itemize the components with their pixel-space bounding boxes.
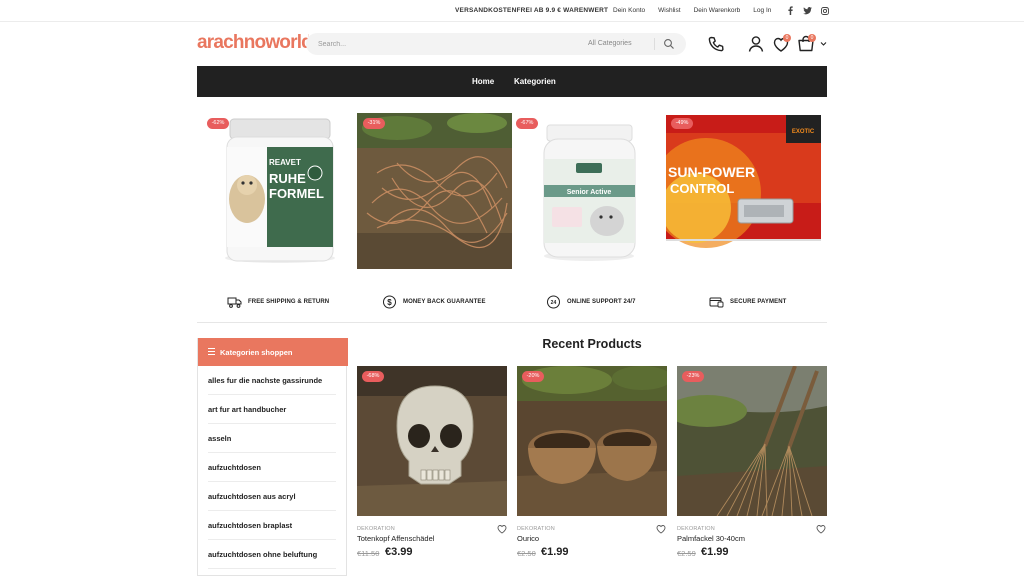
- wishlist-heart-icon[interactable]: [816, 524, 826, 534]
- hero-product-3[interactable]: -67% Senior Active: [512, 113, 667, 269]
- product-price: €1.99: [541, 546, 569, 558]
- search-icon[interactable]: [663, 38, 675, 50]
- product-image-calming-formula: REAVET RUHE FORMEL: [203, 113, 358, 269]
- product-image-senior-active: Senior Active: [512, 113, 667, 269]
- top-bar: VERSANDKOSTENFREI AB 9.9 € WARENWERT Dei…: [0, 0, 1024, 22]
- social-links: [786, 5, 829, 16]
- product-image-sun-power-control: EXOTIC SUN-POWER CONTROL: [666, 113, 821, 269]
- discount-badge: -20%: [522, 371, 544, 382]
- feature-label: FREE SHIPPING & RETURN: [248, 299, 330, 305]
- wishlist-heart-icon[interactable]: [497, 524, 507, 534]
- discount-badge: -67%: [516, 118, 538, 129]
- product-price: €3.99: [385, 546, 413, 558]
- login-link[interactable]: Log In: [753, 7, 771, 14]
- discount-badge: -49%: [671, 118, 693, 129]
- my-account-link[interactable]: Dein Konto: [613, 7, 645, 14]
- twitter-icon[interactable]: [803, 5, 812, 16]
- label-line-1: RUHE: [269, 171, 306, 186]
- cart-link[interactable]: Dein Warenkorb: [694, 7, 741, 14]
- support-24-icon: 24: [547, 295, 560, 309]
- divider: [197, 322, 827, 323]
- sidebar-item[interactable]: art fur art handbucher: [208, 395, 336, 424]
- sidebar-title: Kategorien shoppen: [220, 348, 293, 357]
- hero-product-2[interactable]: -31%: [357, 113, 512, 269]
- feature-free-shipping: FREE SHIPPING & RETURN: [227, 295, 329, 309]
- product-price: €1.99: [701, 546, 729, 558]
- product-category[interactable]: DEKORATION: [357, 526, 395, 532]
- account-links: Dein Konto Wishlist Dein Warenkorb Log I…: [613, 7, 771, 14]
- product-old-price: €2.50: [517, 549, 536, 558]
- product-card-image[interactable]: -68%: [357, 366, 507, 516]
- menu-icon: [208, 348, 215, 357]
- discount-badge: -68%: [362, 371, 384, 382]
- money-icon: $: [383, 295, 396, 309]
- product-card-image[interactable]: -23%: [677, 366, 827, 516]
- category-sidebar: Kategorien shoppen alles fur die nachste…: [197, 338, 348, 576]
- hero-product-1[interactable]: -62% REAVET RUHE FORMEL: [203, 113, 358, 269]
- main-nav: Home Kategorien: [197, 66, 827, 97]
- feature-money-back: $ MONEY BACK GUARANTEE: [382, 295, 486, 309]
- chevron-down-icon[interactable]: [820, 41, 827, 47]
- product-image-skull: [357, 366, 507, 516]
- label-brand: REAVET: [269, 158, 301, 167]
- truck-icon: [227, 297, 242, 308]
- sidebar-item[interactable]: aufzuchtdosen ohne beluftung: [208, 540, 336, 569]
- discount-badge: -31%: [363, 118, 385, 129]
- product-name[interactable]: Totenkopf Affenschädel: [357, 534, 434, 543]
- hero-product-4[interactable]: -49% EXOTIC SUN-POWER CONTROL: [666, 113, 821, 269]
- nav-item-home[interactable]: Home: [472, 77, 494, 86]
- discount-badge: -62%: [207, 118, 229, 129]
- discount-badge: -23%: [682, 371, 704, 382]
- phone-icon[interactable]: [706, 34, 726, 54]
- svg-text:24: 24: [551, 300, 557, 306]
- title-line-2: CONTROL: [670, 181, 734, 196]
- sidebar-item[interactable]: alles fur die nachste gassirunde: [208, 366, 336, 395]
- recent-products-title: Recent Products: [542, 337, 642, 351]
- instagram-icon[interactable]: [820, 5, 829, 16]
- search-bar: All Categories: [306, 33, 686, 55]
- site-header: arachnoworld All Categories 0 0: [0, 22, 1024, 66]
- feature-strip: FREE SHIPPING & RETURN $ MONEY BACK GUAR…: [197, 288, 827, 314]
- svg-text:$: $: [387, 298, 392, 307]
- product-image-palm-torch: [677, 366, 827, 516]
- product-image-ourico: [517, 366, 667, 516]
- product-old-price: €2.59: [677, 549, 696, 558]
- title-line-1: SUN-POWER: [668, 164, 755, 180]
- sidebar-item[interactable]: aufzuchtdosen braplast: [208, 511, 336, 540]
- payment-icon: [709, 297, 724, 308]
- wishlist-heart-icon[interactable]: [656, 524, 666, 534]
- feature-support: 24 ONLINE SUPPORT 24/7: [546, 295, 636, 309]
- sidebar-item[interactable]: asseln: [208, 424, 336, 453]
- search-input[interactable]: [318, 38, 568, 50]
- user-icon[interactable]: [746, 34, 766, 54]
- product-name[interactable]: Ourico: [517, 534, 539, 543]
- feature-label: MONEY BACK GUARANTEE: [403, 299, 486, 305]
- sidebar-item[interactable]: aufzuchtdosen aus acryl: [208, 482, 336, 511]
- product-card-image[interactable]: -20%: [517, 366, 667, 516]
- product-category[interactable]: DEKORATION: [677, 526, 715, 532]
- product-name[interactable]: Palmfackel 30-40cm: [677, 534, 745, 543]
- site-logo[interactable]: arachnoworld: [197, 32, 309, 56]
- product-category[interactable]: DEKORATION: [517, 526, 555, 532]
- feature-secure-payment: SECURE PAYMENT: [709, 295, 786, 309]
- product-old-price: €11.50: [357, 549, 380, 558]
- sidebar-item[interactable]: aufzuchtdosen: [208, 453, 336, 482]
- brand-text: EXOTIC: [792, 129, 815, 135]
- label-line-2: FORMEL: [269, 186, 324, 201]
- cart-count-badge: 0: [808, 34, 816, 42]
- search-divider: [654, 38, 655, 50]
- feature-label: SECURE PAYMENT: [730, 299, 787, 305]
- sidebar-header[interactable]: Kategorien shoppen: [198, 338, 348, 366]
- nav-item-kategorien[interactable]: Kategorien: [514, 77, 556, 86]
- product-image-fiber: [357, 113, 512, 269]
- wishlist-count-badge: 0: [783, 34, 791, 42]
- label-product: Senior Active: [567, 189, 612, 196]
- facebook-icon[interactable]: [786, 5, 795, 16]
- shipping-notice: VERSANDKOSTENFREI AB 9.9 € WARENWERT: [455, 7, 609, 14]
- feature-label: ONLINE SUPPORT 24/7: [567, 299, 636, 305]
- category-select[interactable]: All Categories: [588, 40, 632, 47]
- wishlist-link[interactable]: Wishlist: [658, 7, 680, 14]
